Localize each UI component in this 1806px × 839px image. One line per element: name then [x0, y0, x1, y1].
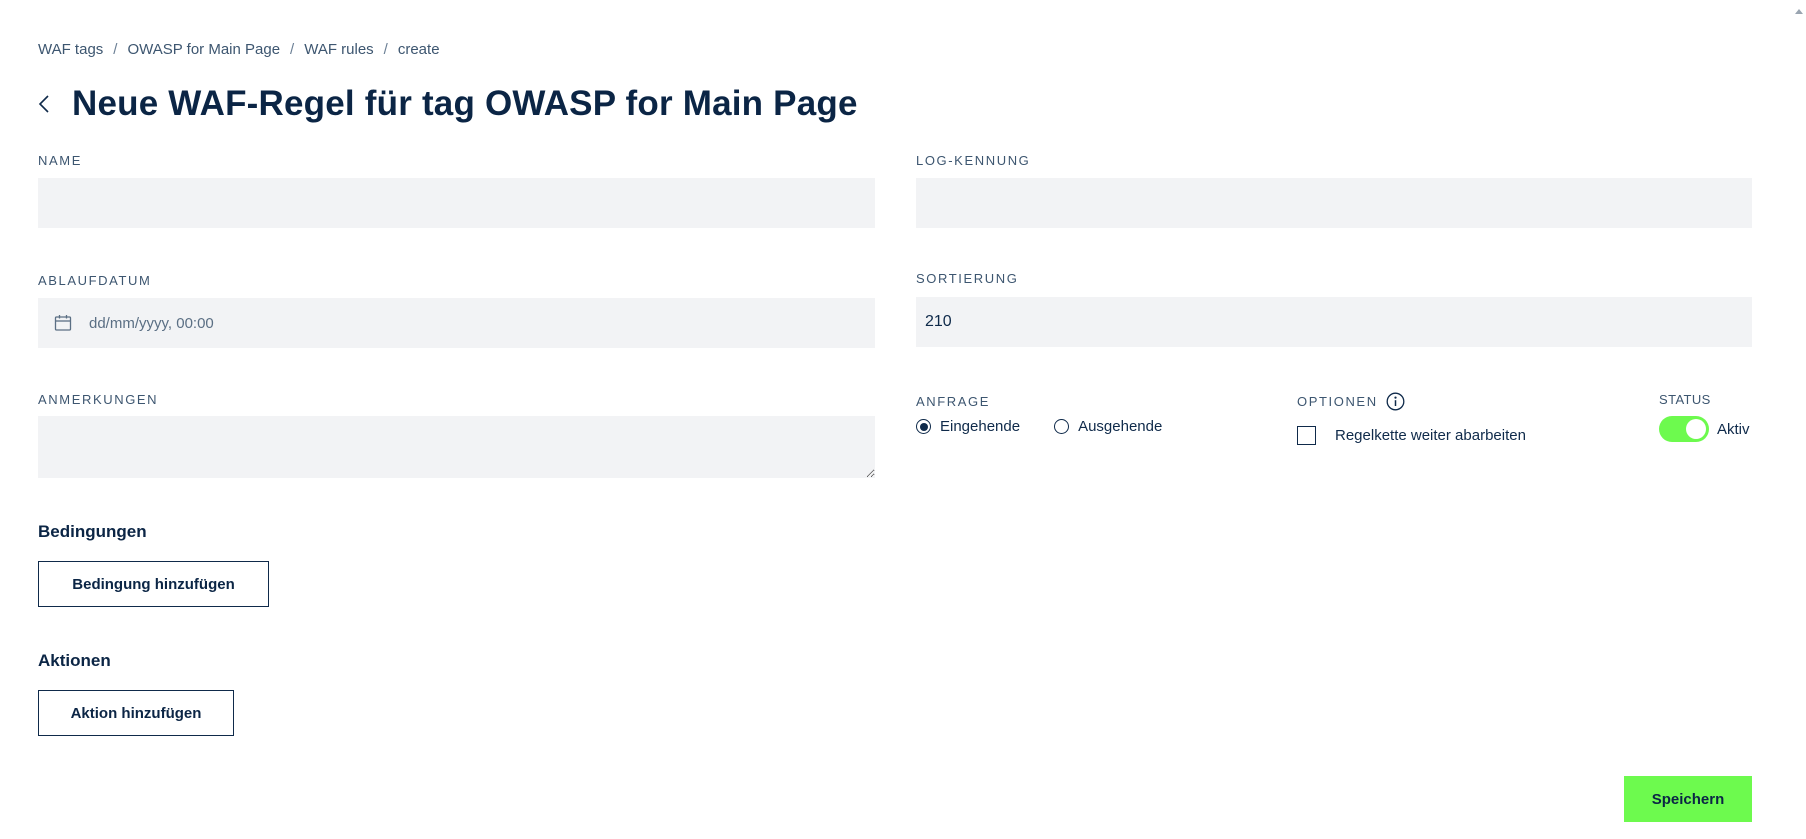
radio-selected-icon	[916, 419, 931, 434]
breadcrumb-owasp-main-page[interactable]: OWASP for Main Page	[127, 41, 280, 58]
toggle-knob	[1686, 419, 1706, 439]
expiry-date-input[interactable]: dd/mm/yyyy, 00:00	[38, 298, 875, 348]
breadcrumb-current: create	[397, 41, 440, 58]
options-label: OPTIONEN	[1297, 394, 1378, 409]
request-radio-group: Eingehende Ausgehende	[916, 418, 1194, 435]
continue-chain-option: Regelkette weiter abarbeiten	[1297, 426, 1526, 445]
status-label: STATUS	[1659, 392, 1711, 407]
info-icon[interactable]	[1386, 392, 1405, 411]
save-button[interactable]: Speichern	[1624, 776, 1752, 822]
request-option-label: Eingehende	[940, 418, 1021, 435]
page-title: Neue WAF-Regel für tag OWASP for Main Pa…	[72, 84, 858, 123]
log-id-label: LOG-KENNUNG	[916, 153, 1031, 168]
expiry-placeholder: dd/mm/yyyy, 00:00	[89, 314, 214, 332]
status-toggle[interactable]	[1659, 416, 1709, 442]
add-action-button[interactable]: Aktion hinzufügen	[38, 690, 234, 736]
expiry-label: ABLAUFDATUM	[38, 273, 152, 288]
log-id-input[interactable]	[916, 178, 1752, 228]
continue-chain-checkbox[interactable]	[1297, 426, 1316, 445]
notes-label: ANMERKUNGEN	[38, 392, 159, 407]
breadcrumb-separator: /	[290, 41, 295, 58]
notes-textarea[interactable]	[38, 416, 875, 478]
actions-title: Aktionen	[38, 651, 111, 670]
breadcrumb-separator: /	[383, 41, 388, 58]
page: WAF tags / OWASP for Main Page / WAF rul…	[0, 0, 1806, 839]
request-radio-incoming[interactable]: Eingehende	[916, 418, 1020, 435]
request-radio-outgoing[interactable]: Ausgehende	[1054, 418, 1162, 435]
breadcrumb-waf-rules[interactable]: WAF rules	[304, 41, 373, 58]
name-input[interactable]	[38, 178, 875, 228]
add-condition-button[interactable]: Bedingung hinzufügen	[38, 561, 269, 607]
scroll-up-icon[interactable]	[1794, 2, 1804, 14]
sorting-input[interactable]	[916, 297, 1752, 347]
sorting-label: SORTIERUNG	[916, 271, 1019, 286]
calendar-icon	[54, 314, 72, 332]
radio-unselected-icon	[1054, 419, 1070, 434]
status-value-label: Aktiv	[1717, 420, 1750, 438]
continue-chain-label: Regelkette weiter abarbeiten	[1335, 427, 1526, 444]
name-label: NAME	[38, 153, 82, 168]
title-row: Neue WAF-Regel für tag OWASP for Main Pa…	[38, 84, 858, 124]
chevron-left-icon[interactable]	[38, 90, 60, 118]
request-option-label: Ausgehende	[1078, 418, 1163, 435]
breadcrumb-waf-tags[interactable]: WAF tags	[38, 41, 103, 58]
breadcrumb: WAF tags / OWASP for Main Page / WAF rul…	[38, 41, 440, 58]
breadcrumb-separator: /	[113, 41, 118, 58]
conditions-title: Bedingungen	[38, 522, 147, 541]
status-toggle-row: Aktiv	[1659, 416, 1750, 442]
request-label: ANFRAGE	[916, 394, 991, 409]
